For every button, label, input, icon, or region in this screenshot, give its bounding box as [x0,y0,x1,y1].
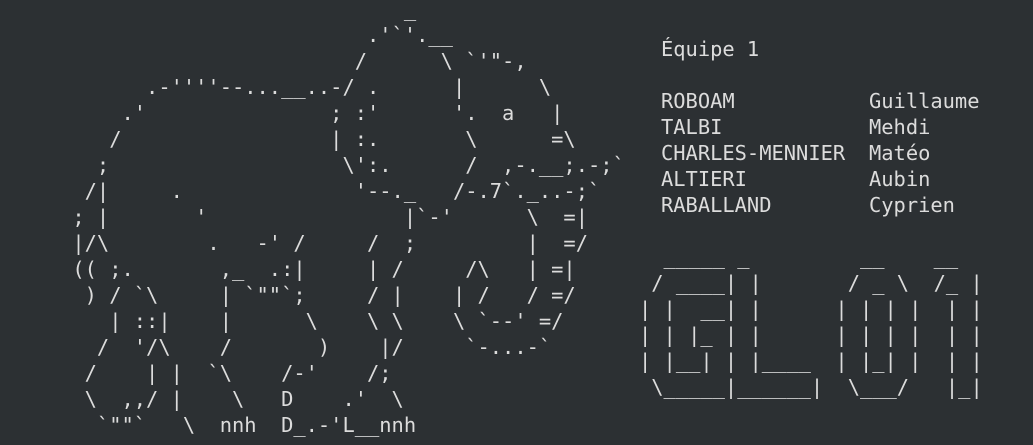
member-first-name: Matéo [869,141,931,165]
member-first-name: Cyprien [869,193,955,217]
member-first-name: Aubin [869,167,931,191]
gl01-ascii-logo: _____ _ __ __ / ____| | / _ \ /_ | | | _… [639,245,983,399]
team-title: Équipe 1 [661,37,760,61]
member-last-name: RABALLAND [661,193,772,217]
team-member-row: CHARLES-MENNIER Matéo [661,140,980,166]
team-member-row: ALTIERI Aubin [661,166,980,192]
elephant-ascii-art: _ .'`'.__ / \ `'"-, .-''''--...__..-/ . … [72,0,625,437]
member-first-name: Guillaume [869,89,980,113]
team-member-row: TALBI Mehdi [661,114,980,140]
terminal-window: _ .'`'.__ / \ `'"-, .-''''--...__..-/ . … [0,0,1033,445]
member-first-name: Mehdi [869,115,931,139]
team-member-row: RABALLAND Cyprien [661,192,980,218]
team-member-row: ROBOAM Guillaume [661,88,980,114]
member-last-name: ROBOAM [661,89,735,113]
member-last-name: CHARLES-MENNIER [661,141,846,165]
team-member-list: ROBOAM Guillaume TALBI Mehdi CHARLES-MEN… [661,88,980,218]
member-last-name: ALTIERI [661,167,747,191]
team-panel: Équipe 1 ROBOAM Guillaume TALBI Mehdi CH… [661,36,980,218]
member-last-name: TALBI [661,115,723,139]
